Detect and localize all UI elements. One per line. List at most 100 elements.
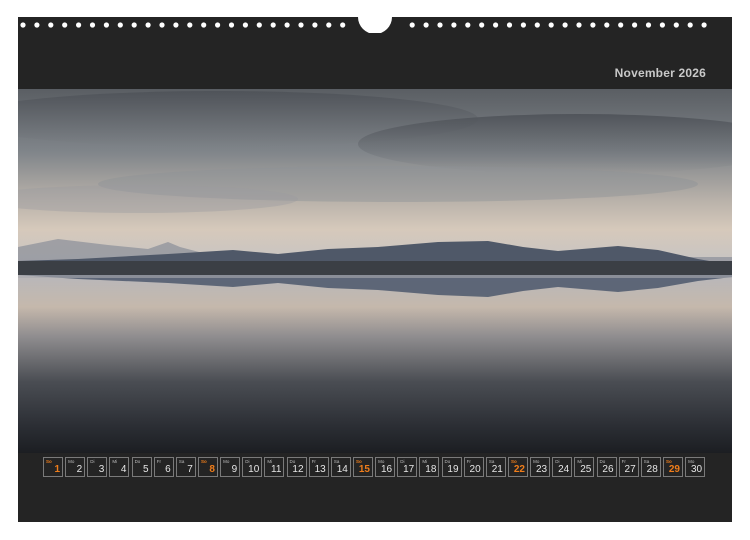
day-cell: Di 24 — [552, 457, 573, 477]
day-number: 25 — [580, 464, 592, 475]
day-number: 8 — [209, 464, 215, 475]
binding-hole — [520, 22, 526, 28]
binding-hole — [187, 22, 193, 28]
day-number: 7 — [187, 464, 193, 475]
day-number: 26 — [602, 464, 614, 475]
day-cell: Mo 9 — [220, 457, 241, 477]
day-cell: So 8 — [197, 457, 218, 477]
day-number: 2 — [76, 464, 83, 475]
binding-hole — [270, 22, 276, 28]
day-number: 27 — [624, 464, 636, 475]
binding-hole — [590, 22, 596, 28]
binding-hole — [242, 22, 248, 28]
weekday-label: So — [200, 459, 207, 464]
binding-hole — [48, 22, 54, 28]
binding-hole — [215, 22, 221, 28]
binding-hole — [506, 22, 513, 28]
binding-hole — [20, 22, 26, 28]
day-number: 30 — [690, 464, 703, 475]
day-number: 1 — [54, 464, 60, 475]
binding-hole — [340, 22, 346, 28]
binding-hole — [673, 22, 679, 28]
binding-hole — [437, 22, 443, 28]
day-cell: So 1 — [43, 457, 63, 477]
binding-hole — [228, 22, 235, 28]
day-number: 22 — [513, 464, 525, 475]
weekday-label: Sa — [178, 459, 185, 464]
day-number: 12 — [292, 464, 304, 475]
day-cell: So 15 — [352, 457, 373, 477]
day-number: 15 — [358, 464, 370, 475]
binding-hole — [76, 22, 82, 28]
day-number: 24 — [558, 464, 570, 475]
day-cell: Fr 6 — [153, 457, 174, 477]
binding-hole — [548, 22, 554, 28]
binding-hole — [479, 22, 485, 28]
day-cell: Sa 14 — [330, 457, 351, 477]
binding-hole — [451, 22, 457, 28]
day-cell: Mi 11 — [264, 457, 285, 477]
calendar-page: November 2026 So 1 Mo 2 Di 3 Mi 4 Do 5 F… — [18, 17, 732, 522]
binding-hole — [117, 22, 123, 28]
day-number: 11 — [271, 464, 282, 475]
day-cell: Di 3 — [87, 457, 108, 477]
weekday-label: Fr — [156, 459, 161, 464]
binding-hole — [62, 22, 68, 28]
binding-hole — [298, 22, 304, 28]
binding-hole — [34, 22, 40, 28]
weekday-label: Di — [90, 459, 95, 464]
day-number: 19 — [447, 464, 459, 475]
day-number: 14 — [336, 464, 348, 475]
weekday-label: Mo — [68, 459, 75, 464]
day-number: 9 — [231, 464, 238, 475]
day-number: 21 — [491, 464, 503, 475]
day-number: 18 — [425, 464, 437, 475]
day-cell: Fr 13 — [308, 457, 329, 477]
binding-hole — [423, 22, 429, 28]
binding-hole — [89, 22, 96, 28]
binding-hole — [256, 22, 262, 28]
day-cell: Mi 4 — [109, 457, 130, 477]
day-cell: Do 26 — [596, 457, 617, 477]
binding-hole — [131, 22, 137, 28]
binding-hole — [159, 22, 165, 28]
day-cell: Do 12 — [286, 457, 307, 477]
day-number: 6 — [165, 464, 171, 475]
day-number: 13 — [314, 464, 326, 475]
day-number: 10 — [248, 464, 260, 475]
day-number: 23 — [535, 464, 548, 475]
binding-hole — [103, 22, 109, 28]
binding-hole — [618, 22, 624, 28]
day-cell: Do 19 — [441, 457, 462, 477]
day-cell: Sa 21 — [485, 457, 506, 477]
weekday-label: Do — [134, 459, 141, 464]
day-cell: Mo 30 — [685, 457, 706, 477]
day-cell: Mi 25 — [574, 457, 595, 477]
binding-hole — [604, 22, 610, 28]
binding-hole — [201, 22, 207, 28]
day-number: 20 — [469, 464, 481, 475]
binding-hole — [173, 22, 179, 28]
binding-hole — [701, 22, 707, 28]
binding-hole — [145, 22, 151, 28]
binding-holes — [20, 17, 707, 33]
day-cell: Fr 20 — [463, 457, 484, 477]
day-cell: Do 5 — [131, 457, 152, 477]
binding-hole — [687, 22, 693, 28]
day-cell: Di 10 — [242, 457, 263, 477]
day-number: 16 — [380, 464, 393, 475]
day-number: 17 — [403, 464, 415, 475]
weekday-label: Mi — [112, 459, 118, 464]
day-cell: Mo 16 — [375, 457, 396, 477]
day-number: 5 — [143, 464, 149, 475]
day-number: 3 — [98, 464, 105, 475]
day-cell: So 29 — [662, 457, 683, 477]
hanger-notch — [358, 17, 392, 33]
day-cell: Sa 28 — [640, 457, 661, 477]
binding-hole — [284, 22, 290, 28]
binding-hole — [465, 22, 471, 28]
binding-hole — [409, 22, 415, 28]
binding-hole — [659, 22, 666, 28]
binding-hole — [632, 22, 638, 28]
day-cell: Mi 18 — [419, 457, 440, 477]
